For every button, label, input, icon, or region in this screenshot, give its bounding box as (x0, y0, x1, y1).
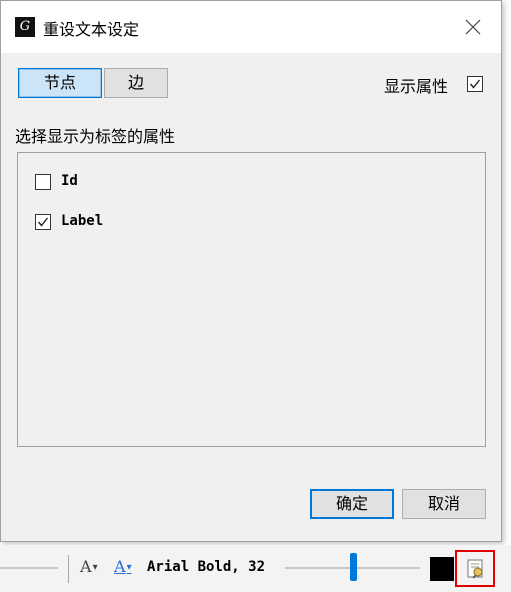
settings-document-icon (467, 559, 483, 579)
title-bar: G 重设文本设定 (1, 1, 501, 54)
tab-node[interactable]: 节点 (18, 68, 102, 98)
text-color-swatch[interactable] (430, 557, 454, 581)
show-attributes-label: 显示属性 (384, 77, 449, 96)
attribute-checkbox-id[interactable] (35, 174, 51, 190)
show-attributes-checkbox[interactable] (467, 76, 483, 92)
attribute-label-id: Id (61, 173, 78, 189)
slider-track[interactable] (0, 567, 58, 569)
close-button[interactable] (461, 15, 485, 39)
attribute-label-label: Label (61, 213, 104, 229)
separator (68, 555, 69, 583)
font-name-button[interactable]: Arial Bold, 32 (147, 559, 265, 575)
font-color-icon[interactable]: A▾ (114, 557, 132, 576)
dialog-title: 重设文本设定 (43, 20, 140, 39)
close-icon (465, 19, 481, 35)
attribute-checkbox-label[interactable] (35, 214, 51, 230)
checkmark-icon (37, 217, 49, 227)
checkmark-icon (469, 79, 481, 89)
bottom-toolbar: A▾ A▾ Arial Bold, 32 (0, 545, 511, 592)
reset-text-settings-button[interactable] (455, 550, 495, 587)
label-size-slider-thumb[interactable] (350, 553, 357, 581)
attribute-section-label: 选择显示为标签的属性 (15, 127, 176, 146)
font-size-icon-glyph: A (80, 557, 92, 576)
tab-edge[interactable]: 边 (104, 68, 168, 98)
font-size-icon[interactable]: A▾ (80, 557, 98, 576)
app-logo-icon: G (15, 17, 35, 37)
attribute-list (17, 152, 486, 447)
ok-button[interactable]: 确定 (310, 489, 394, 519)
font-color-icon-glyph: A (114, 557, 126, 576)
cancel-button[interactable]: 取消 (402, 489, 486, 519)
reset-text-settings-dialog: G 重设文本设定 节点 边 显示属性 选择显示为标签的属性 Id Label 确… (0, 0, 502, 542)
